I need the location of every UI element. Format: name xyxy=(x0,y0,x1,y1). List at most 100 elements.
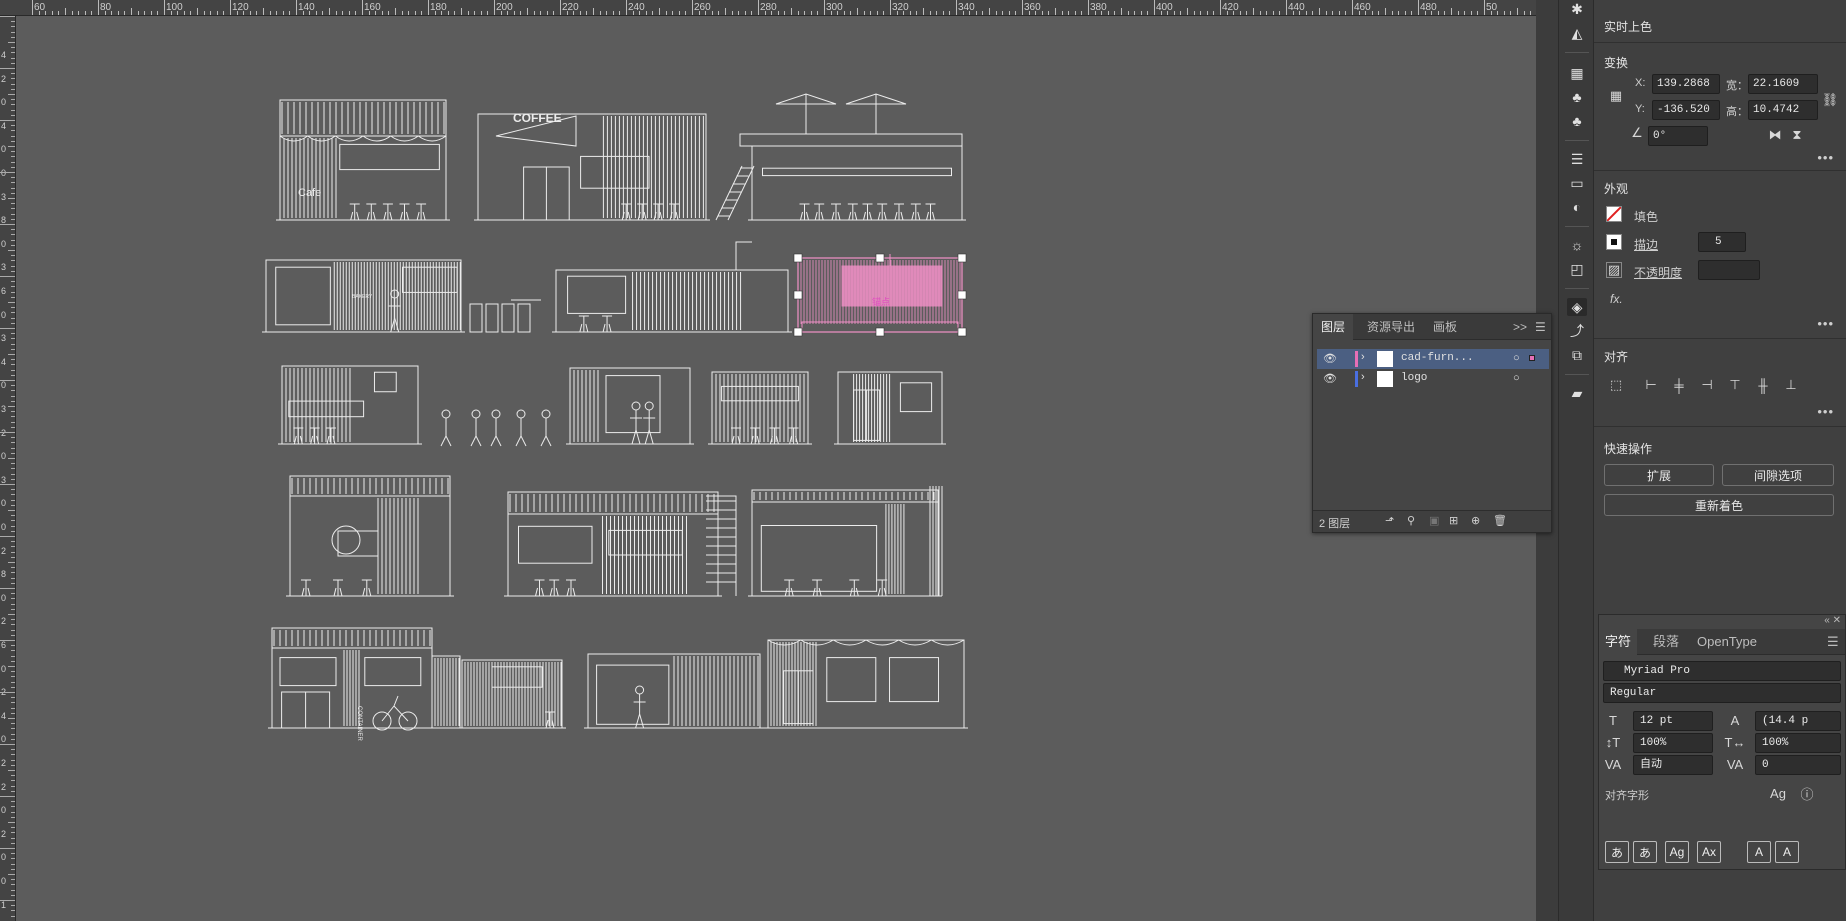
lounge-container[interactable] xyxy=(278,365,422,445)
rooftop-cafe[interactable] xyxy=(748,145,966,221)
locate-object-icon[interactable]: ⬏ xyxy=(1385,514,1394,527)
bar-container[interactable] xyxy=(552,269,792,333)
pattern-icon[interactable]: ▦ xyxy=(1567,64,1587,82)
panel-expand-icon[interactable]: >> xyxy=(1509,314,1531,340)
stool-bar-container[interactable] xyxy=(708,371,812,445)
selection-indicator-icon[interactable] xyxy=(1529,355,1535,361)
stroke-label[interactable]: 描边 xyxy=(1634,236,1658,253)
brushes-icon[interactable]: ♣ xyxy=(1567,88,1587,106)
transform-more-icon[interactable]: ••• xyxy=(1817,150,1834,165)
opacity-field[interactable] xyxy=(1698,260,1760,280)
horizontal-ruler[interactable]: 60 80 100 120 140 160 180 200 220 240 260 280 300 320… xyxy=(0,0,1536,16)
panel-menu-icon[interactable]: ☰ xyxy=(1821,629,1845,655)
glyph-button[interactable]: Ag xyxy=(1665,841,1689,863)
new-sublayer-icon[interactable]: ⊞ xyxy=(1449,514,1458,527)
vertical-ruler[interactable]: 42040038036034032030028026024022020018 xyxy=(0,16,16,921)
glyph-button[interactable]: あ xyxy=(1605,841,1629,863)
gap-options-button[interactable]: 间隙选项 xyxy=(1722,464,1834,486)
panel-collapse-icon[interactable]: « ✕ xyxy=(1824,615,1841,626)
layer-row[interactable]: 👁 › cad-furn... ○ xyxy=(1317,349,1549,369)
tab-asset-export[interactable]: 资源导出 xyxy=(1359,314,1423,340)
opacity-label[interactable]: 不透明度 xyxy=(1634,264,1682,281)
constrain-proportions-icon[interactable]: ⛓ xyxy=(1822,92,1839,108)
artboard-canvas[interactable]: Cafe COFFEE BAKERY CONTAINER 锚点 xyxy=(16,16,1536,921)
stroke-weight-field[interactable]: 5 xyxy=(1698,232,1746,252)
realtime-color-label[interactable]: 实时上色 xyxy=(1604,18,1652,35)
tab-artboards[interactable]: 画板 xyxy=(1425,314,1465,340)
appearance-more-icon[interactable]: ••• xyxy=(1817,316,1834,331)
font-style-select[interactable]: Regular xyxy=(1603,683,1841,703)
search-icon[interactable]: ⚲ xyxy=(1407,514,1415,527)
recolor-button[interactable]: 重新着色 xyxy=(1604,494,1834,516)
y-position-field[interactable]: -136.520 xyxy=(1652,100,1720,120)
kerning-field[interactable]: 自动 xyxy=(1633,755,1713,775)
horizontal-scale-field[interactable]: 100% xyxy=(1755,733,1841,753)
artboards-icon[interactable]: ⧉ xyxy=(1567,346,1587,364)
resize-handle[interactable] xyxy=(875,253,885,263)
align-left-icon[interactable]: ⊢ xyxy=(1642,376,1660,394)
stroke-swatch[interactable] xyxy=(1606,234,1622,250)
panel-menu-icon[interactable]: ☰ xyxy=(1531,314,1550,340)
font-size-field[interactable]: 12 pt xyxy=(1633,711,1713,731)
tab-layers[interactable]: 图层 xyxy=(1313,314,1354,340)
target-circle-icon[interactable]: ○ xyxy=(1513,352,1520,364)
expand-layer-icon[interactable]: › xyxy=(1361,371,1365,383)
fx-button[interactable]: fx. xyxy=(1610,292,1623,306)
service-container[interactable] xyxy=(584,653,764,729)
expand-layer-icon[interactable]: › xyxy=(1361,351,1365,363)
resize-handle[interactable] xyxy=(793,253,803,263)
glyph-button[interactable]: A xyxy=(1775,841,1799,863)
tracking-field[interactable]: 0 xyxy=(1755,755,1841,775)
resize-handle[interactable] xyxy=(793,290,803,300)
gradient-icon[interactable]: ▭ xyxy=(1567,174,1587,192)
two-story-cafe[interactable] xyxy=(286,475,454,597)
resize-handle[interactable] xyxy=(875,327,885,337)
export-icon[interactable]: ⤴ xyxy=(1567,322,1587,340)
align-to-selection-icon[interactable]: ⬚ xyxy=(1604,376,1628,394)
delete-layer-icon[interactable]: 🗑 xyxy=(1493,514,1507,527)
rotate-angle-field[interactable]: 0° xyxy=(1648,126,1708,146)
align-center-v-icon[interactable]: ╫ xyxy=(1754,376,1772,394)
color-palette-icon[interactable]: ✱ xyxy=(1567,0,1587,18)
glyph-align-icon[interactable]: Ag xyxy=(1769,785,1787,801)
new-layer-icon[interactable]: ⊕ xyxy=(1471,514,1480,527)
resize-handle[interactable] xyxy=(957,290,967,300)
patio-container[interactable] xyxy=(764,639,968,729)
visibility-eye-icon[interactable]: 👁 xyxy=(1323,352,1337,365)
glyph-button[interactable]: Ax xyxy=(1697,841,1721,863)
tab-opentype[interactable]: OpenType xyxy=(1691,629,1763,655)
tab-character[interactable]: 字符 xyxy=(1599,629,1638,655)
reference-point-icon[interactable]: ▦ xyxy=(1606,86,1626,106)
info-icon[interactable]: ⓘ xyxy=(1799,785,1815,802)
resize-handle[interactable] xyxy=(793,327,803,337)
symbols-icon[interactable]: ♣ xyxy=(1567,112,1587,130)
stroke-icon[interactable]: ☰ xyxy=(1567,150,1587,168)
counter-container[interactable] xyxy=(566,367,694,445)
kitchen-container[interactable] xyxy=(504,491,722,597)
transparency-icon[interactable]: ◐ xyxy=(1567,198,1587,216)
cafe-container[interactable] xyxy=(276,99,450,221)
gradient-swatch-icon[interactable]: ◭ xyxy=(1567,24,1587,42)
office-container[interactable] xyxy=(834,371,946,445)
layer-name[interactable]: cad-furn... xyxy=(1401,352,1474,364)
appearance-icon[interactable]: ☼ xyxy=(1567,236,1587,254)
expand-button[interactable]: 扩展 xyxy=(1604,464,1714,486)
height-field[interactable]: 10.4742 xyxy=(1748,100,1818,120)
resize-handle[interactable] xyxy=(957,253,967,263)
selected-object[interactable] xyxy=(793,253,967,337)
align-more-icon[interactable]: ••• xyxy=(1817,404,1834,419)
align-top-icon[interactable]: ⊤ xyxy=(1726,376,1744,394)
tab-paragraph[interactable]: 段落 xyxy=(1647,629,1685,655)
container-logo-shop[interactable] xyxy=(268,627,436,729)
dining-container[interactable] xyxy=(748,489,942,597)
coffee-shop[interactable] xyxy=(474,113,710,221)
glyph-button[interactable]: あ xyxy=(1633,841,1657,863)
fill-none-swatch[interactable] xyxy=(1606,206,1622,222)
comments-icon[interactable]: ▰ xyxy=(1567,384,1587,402)
width-field[interactable]: 22.1609 xyxy=(1748,74,1818,94)
font-family-select[interactable]: Myriad Pro xyxy=(1603,661,1841,681)
layer-row[interactable]: 👁 › logo ○ xyxy=(1317,369,1549,389)
flip-vertical-icon[interactable]: ⧗ xyxy=(1790,127,1804,142)
layer-name[interactable]: logo xyxy=(1401,372,1427,384)
graphic-styles-icon[interactable]: ◰ xyxy=(1567,260,1587,278)
